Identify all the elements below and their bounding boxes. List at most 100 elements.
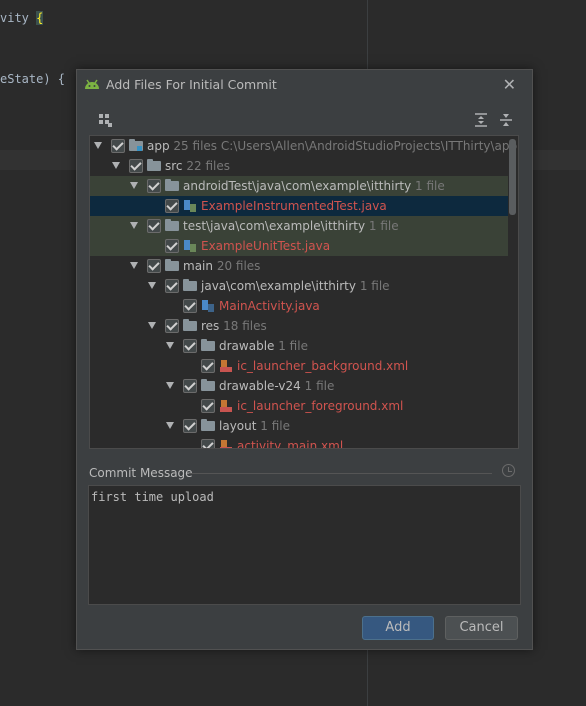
tree-row-test[interactable]: test\java\com\example\itthirty 1 file xyxy=(90,216,508,236)
row-label: test\java\com\example\itthirty xyxy=(183,219,366,233)
tree-row-drawable-v24[interactable]: drawable-v24 1 file xyxy=(90,376,508,396)
editor-code-text: eState) { xyxy=(0,72,66,86)
tree-row-exampleinstrumentedtest[interactable]: ExampleInstrumentedTest.java xyxy=(90,196,508,216)
tree-row-activity-main[interactable]: activity_main.xml xyxy=(90,436,508,449)
row-label: ic_launcher_foreground.xml xyxy=(237,399,404,413)
editor-line-1: vity { xyxy=(0,11,44,25)
module-folder-icon xyxy=(129,139,143,151)
row-label: MainActivity.java xyxy=(219,299,320,313)
row-checkbox[interactable] xyxy=(201,399,215,413)
row-checkbox[interactable] xyxy=(147,219,161,233)
expand-arrow-icon[interactable] xyxy=(112,162,120,169)
cancel-button[interactable]: Cancel xyxy=(445,616,518,640)
row-checkbox[interactable] xyxy=(183,419,197,433)
xml-file-icon xyxy=(220,360,232,372)
row-label: ExampleUnitTest.java xyxy=(201,239,331,253)
row-checkbox[interactable] xyxy=(111,139,125,153)
row-checkbox[interactable] xyxy=(129,159,143,173)
expand-arrow-icon[interactable] xyxy=(166,382,174,389)
expand-arrow-icon[interactable] xyxy=(130,222,138,229)
row-label: drawable xyxy=(219,339,275,353)
row-label: main xyxy=(183,259,213,273)
expand-arrow-icon[interactable] xyxy=(148,322,156,329)
expand-all-icon[interactable] xyxy=(473,112,489,128)
tree-row-layout[interactable]: layout 1 file xyxy=(90,416,508,436)
editor-code-text: vity xyxy=(0,11,37,25)
row-count: 1 file xyxy=(304,379,335,393)
folder-icon xyxy=(183,279,197,291)
row-count: 1 file xyxy=(278,339,308,353)
android-icon xyxy=(85,79,99,89)
row-checkbox[interactable] xyxy=(147,259,161,273)
row-checkbox[interactable] xyxy=(201,439,215,448)
commit-message-label: Commit Message xyxy=(89,466,193,480)
folder-icon xyxy=(201,379,215,391)
commit-message-input[interactable]: first time upload xyxy=(88,485,521,605)
expand-arrow-icon[interactable] xyxy=(94,142,102,149)
clock-history-icon[interactable] xyxy=(502,464,515,477)
folder-icon xyxy=(183,319,197,331)
row-label: ExampleInstrumentedTest.java xyxy=(201,199,387,213)
folder-icon xyxy=(147,159,161,171)
row-checkbox[interactable] xyxy=(201,359,215,373)
row-checkbox[interactable] xyxy=(183,299,197,313)
tree-row-src[interactable]: src 22 files xyxy=(90,156,508,176)
row-checkbox[interactable] xyxy=(165,239,179,253)
editor-brace: { xyxy=(36,11,44,25)
tree-row-exampleunittest[interactable]: ExampleUnitTest.java xyxy=(90,236,508,256)
row-checkbox[interactable] xyxy=(165,199,179,213)
add-files-dialog: Add Files For Initial Commit ✕ app 25 fi… xyxy=(76,69,533,650)
collapse-all-icon[interactable] xyxy=(498,112,514,128)
row-label: activity_main.xml xyxy=(237,439,344,449)
folder-icon xyxy=(201,339,215,351)
row-checkbox[interactable] xyxy=(183,379,197,393)
folder-icon xyxy=(201,419,215,431)
tree-row-androidtest[interactable]: androidTest\java\com\example\itthirty 1 … xyxy=(90,176,508,196)
xml-file-icon xyxy=(220,440,232,448)
tree-row-ic-launcher-foreground[interactable]: ic_launcher_foreground.xml xyxy=(90,396,508,416)
tree-row-ic-launcher-background[interactable]: ic_launcher_background.xml xyxy=(90,356,508,376)
tree-row-app[interactable]: app 25 files C:\Users\Allen\AndroidStudi… xyxy=(90,136,517,156)
expand-arrow-icon[interactable] xyxy=(166,342,174,349)
row-label: layout xyxy=(219,419,257,433)
expand-arrow-icon[interactable] xyxy=(130,262,138,269)
folder-icon xyxy=(165,219,179,231)
row-count: 25 files C:\Users\Allen\AndroidStudioPro… xyxy=(173,139,518,153)
xml-file-icon xyxy=(220,400,232,412)
row-count: 22 files xyxy=(186,159,230,173)
row-count: 20 files xyxy=(216,259,261,273)
close-icon[interactable]: ✕ xyxy=(503,75,516,94)
tree-scrollbar[interactable] xyxy=(509,139,516,215)
row-checkbox[interactable] xyxy=(183,339,197,353)
editor-line-2: eState) { xyxy=(0,72,65,86)
expand-arrow-icon[interactable] xyxy=(166,422,174,429)
row-label: java\com\example\itthirty xyxy=(201,279,356,293)
java-test-file-icon xyxy=(184,240,196,252)
expand-arrow-icon[interactable] xyxy=(130,182,138,189)
dialog-title: Add Files For Initial Commit xyxy=(106,77,277,92)
tree-row-java-package[interactable]: java\com\example\itthirty 1 file xyxy=(90,276,508,296)
expand-arrow-icon[interactable] xyxy=(148,282,156,289)
row-count: 1 file xyxy=(368,219,399,233)
row-label: androidTest\java\com\example\itthirty xyxy=(183,179,412,193)
folder-icon xyxy=(165,179,179,191)
group-by-icon[interactable] xyxy=(97,112,113,128)
tree-row-drawable[interactable]: drawable 1 file xyxy=(90,336,508,356)
row-count: 1 file xyxy=(260,419,291,433)
dialog-titlebar[interactable]: Add Files For Initial Commit ✕ xyxy=(77,70,532,100)
row-label: src xyxy=(165,159,183,173)
add-button[interactable]: Add xyxy=(362,616,434,640)
row-checkbox[interactable] xyxy=(147,179,161,193)
row-label: res xyxy=(201,319,220,333)
row-checkbox[interactable] xyxy=(165,279,179,293)
row-label: ic_launcher_background.xml xyxy=(237,359,409,373)
java-class-file-icon xyxy=(202,300,214,312)
row-checkbox[interactable] xyxy=(165,319,179,333)
separator-line xyxy=(189,473,492,474)
row-count: 1 file xyxy=(415,179,445,193)
java-test-file-icon xyxy=(184,200,196,212)
row-count: 18 files xyxy=(223,319,267,333)
tree-row-main[interactable]: main 20 files xyxy=(90,256,508,276)
tree-row-res[interactable]: res 18 files xyxy=(90,316,508,336)
tree-row-mainactivity[interactable]: MainActivity.java xyxy=(90,296,508,316)
